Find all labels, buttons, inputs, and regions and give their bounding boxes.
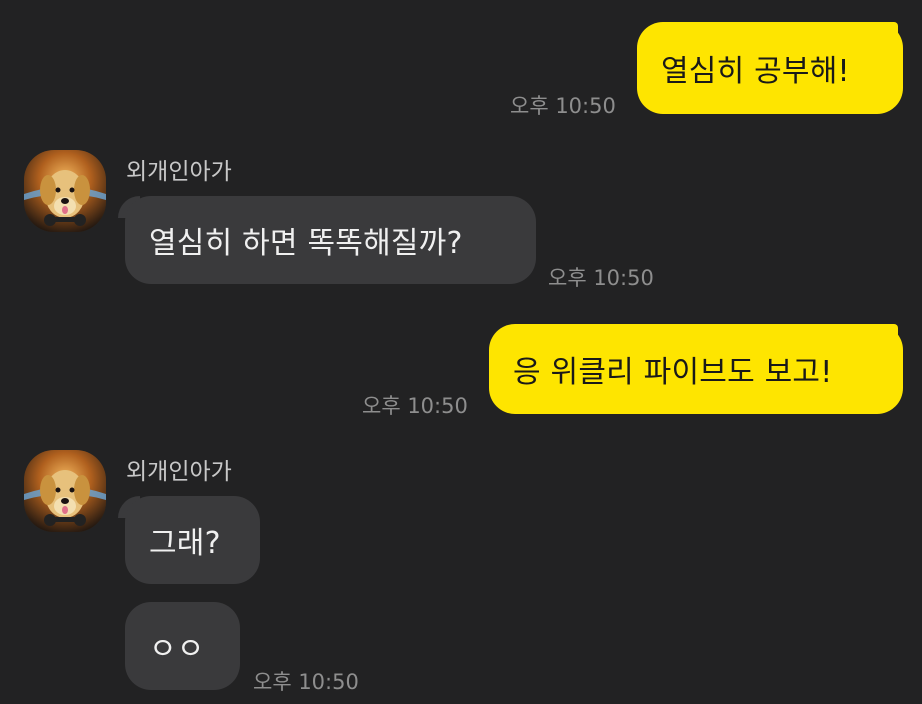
contact-avatar[interactable] <box>24 450 106 532</box>
message-bubble[interactable]: 그래? <box>125 496 260 584</box>
sender-name: 외개인아가 <box>126 459 232 485</box>
golden-retriever-avatar-icon <box>24 150 106 232</box>
sender-name: 외개인아가 <box>126 159 232 185</box>
message-timestamp: 오후 10:50 <box>510 94 616 118</box>
message-bubble[interactable]: ㅇㅇ <box>125 602 240 690</box>
message-text: 응 위클리 파이브도 보고! <box>513 355 833 390</box>
message-bubble[interactable]: 열심히 하면 똑똑해질까? <box>125 196 536 284</box>
message-text: ㅇㅇ <box>149 632 205 667</box>
message-text: 열심히 하면 똑똑해질까? <box>149 226 463 261</box>
message-text: 그래? <box>149 526 221 561</box>
golden-retriever-avatar-icon <box>24 450 106 532</box>
message-bubble[interactable]: 응 위클리 파이브도 보고! <box>489 324 903 414</box>
message-text: 열심히 공부해! <box>661 54 850 89</box>
message-timestamp: 오후 10:50 <box>362 394 468 418</box>
contact-avatar[interactable] <box>24 150 106 232</box>
message-bubble[interactable]: 열심히 공부해! <box>637 22 903 114</box>
message-timestamp: 오후 10:50 <box>253 670 359 694</box>
message-timestamp: 오후 10:50 <box>548 266 654 290</box>
